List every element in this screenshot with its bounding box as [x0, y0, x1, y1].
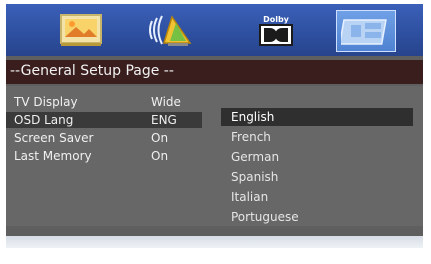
language-option-portuguese[interactable]: Portuguese — [221, 208, 413, 226]
language-option-label: Spanish — [231, 170, 279, 184]
setting-value: On — [151, 131, 169, 145]
tab-dolby[interactable]: Dolby — [250, 10, 302, 50]
language-option-italian[interactable]: Italian — [221, 188, 413, 206]
setting-value: Wide — [151, 95, 181, 109]
audio-speaker-icon — [149, 15, 192, 46]
language-option-english[interactable]: English — [221, 108, 413, 126]
dolby-label: Dolby — [263, 14, 289, 24]
page-title: --General Setup Page -- — [10, 63, 174, 79]
language-option-french[interactable]: French — [221, 128, 413, 146]
setting-label: Last Memory — [14, 149, 92, 163]
language-option-label: Italian — [231, 190, 269, 204]
page-title-bar: --General Setup Page -- — [6, 60, 423, 84]
setting-row-osd-lang[interactable]: OSD Lang ENG — [6, 112, 202, 128]
picture-icon — [60, 14, 102, 46]
setting-value: On — [151, 149, 169, 163]
dolby-icon — [259, 23, 293, 46]
dvd-setup-screen: Dolby --General Setup Page -- TV Display… — [6, 4, 423, 248]
language-option-label: German — [231, 150, 280, 164]
setting-value: ENG — [151, 113, 177, 127]
settings-panel: TV Display Wide OSD Lang ENG Screen Save… — [6, 86, 423, 226]
tab-general[interactable] — [56, 10, 106, 50]
language-option-label: Portuguese — [231, 210, 299, 224]
language-option-label: French — [231, 130, 271, 144]
bottom-strip — [6, 236, 423, 248]
tab-preferences[interactable] — [336, 10, 396, 52]
tab-audio[interactable] — [144, 10, 202, 50]
setting-row-screen-saver[interactable]: Screen Saver On — [6, 130, 206, 146]
language-option-label: English — [231, 110, 275, 124]
language-option-spanish[interactable]: Spanish — [221, 168, 413, 186]
setting-label: Screen Saver — [14, 131, 94, 145]
preferences-icon — [341, 19, 387, 45]
setting-label: OSD Lang — [14, 113, 74, 127]
setup-tab-bar: Dolby — [6, 4, 423, 56]
setting-row-tv-display[interactable]: TV Display Wide — [6, 94, 206, 110]
setting-row-last-memory[interactable]: Last Memory On — [6, 148, 206, 164]
setting-label: TV Display — [14, 95, 78, 109]
language-option-german[interactable]: German — [221, 148, 413, 166]
